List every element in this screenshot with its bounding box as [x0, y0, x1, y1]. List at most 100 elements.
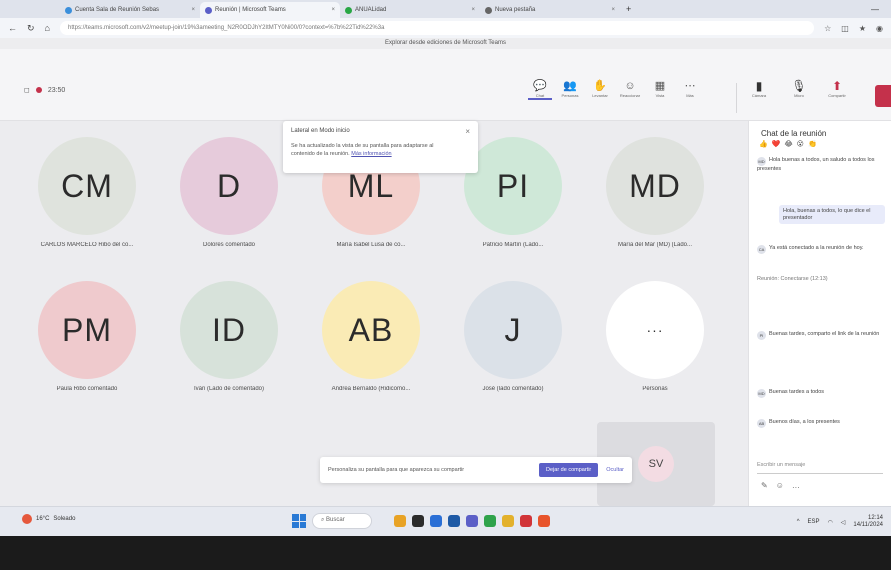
tab-label: Reunión | Microsoft Teams: [215, 7, 286, 13]
participant-name: CARLOS MARCELO Ribo del co...: [40, 242, 134, 248]
people-button[interactable]: 👥 Personas: [558, 79, 582, 100]
taskbar-search[interactable]: ⌕ Buscar: [312, 513, 372, 529]
chat-message: AB Buenos días, a los presentes: [757, 419, 885, 428]
volume-icon[interactable]: ◁: [841, 519, 846, 526]
thumbs-up-icon[interactable]: 👍: [759, 140, 768, 148]
taskbar-app-icon[interactable]: [430, 515, 442, 527]
close-tab-icon[interactable]: ×: [471, 7, 475, 13]
close-tab-icon[interactable]: ×: [611, 7, 615, 13]
tab-favicon-icon: [205, 6, 212, 14]
more-button[interactable]: ⋯ Más: [678, 79, 702, 100]
camera-button[interactable]: ▮ Cámara: [744, 79, 774, 98]
message-avatar: MD: [757, 157, 766, 166]
participant-tile[interactable]: MD María del Mar (MD) (Lado...: [595, 137, 715, 248]
taskbar-app-icon[interactable]: [412, 515, 424, 527]
taskbar-app-icon[interactable]: [394, 515, 406, 527]
notice-text: Se ha actualizado la vista de su pantall…: [291, 143, 434, 149]
meeting-tools: 💬 Chat 👥 Personas ✋ Levantar ☺ Reacciona…: [528, 79, 702, 100]
browser-tab-active[interactable]: Reunión | Microsoft Teams ×: [200, 2, 340, 18]
chat-message: MD Hola buenas a todos, un saludo a todos…: [757, 157, 885, 173]
new-tab-icon[interactable]: +: [626, 4, 631, 14]
chat-input[interactable]: Escribir un mensaje: [757, 458, 883, 474]
favorite-star-icon[interactable]: ☆: [824, 24, 831, 33]
chevron-up-icon[interactable]: ^: [797, 519, 800, 525]
react-button[interactable]: ☺ Reaccionar: [618, 79, 642, 100]
reload-icon[interactable]: ↻: [27, 23, 35, 34]
participant-tile[interactable]: ID Iván (Lado de comentado): [169, 281, 289, 392]
message-avatar: AB: [757, 419, 766, 428]
favorites-icon[interactable]: ★: [859, 24, 866, 33]
participant-avatar: D: [180, 137, 278, 235]
participant-tile[interactable]: D Dolores comentado: [169, 137, 289, 248]
weather-sun-icon: [22, 514, 32, 524]
chat-event: Reunión: Conectarse (12:13): [757, 276, 885, 283]
participant-name: José (lado comentado): [482, 386, 544, 392]
close-tab-icon[interactable]: ×: [331, 7, 335, 13]
notice-link[interactable]: Más información: [351, 151, 391, 157]
participant-tile[interactable]: J José (lado comentado): [453, 281, 573, 392]
laugh-icon[interactable]: 😂: [784, 140, 792, 148]
share-button[interactable]: ⬆ Compartir: [822, 79, 852, 98]
emoji-icon[interactable]: ☺: [776, 481, 784, 490]
profile-icon[interactable]: ◉: [876, 24, 883, 33]
minimize-icon[interactable]: —: [871, 5, 879, 14]
taskbar-app-icon[interactable]: [538, 515, 550, 527]
share-icon: ⬆: [831, 79, 843, 93]
browser-tab[interactable]: Cuenta Sala de Reunión Sebas ×: [60, 2, 200, 18]
clock[interactable]: 12:14 14/11/2024: [853, 515, 883, 529]
participant-tile[interactable]: AB Andrea Bernaldo (Ridicomo...: [311, 281, 431, 392]
tool-label: Personas: [561, 93, 579, 98]
taskbar-app-icon[interactable]: [466, 515, 478, 527]
notice-text: contenido de la reunión.: [291, 151, 350, 157]
more-options-icon[interactable]: …: [792, 481, 800, 490]
temperature: 16°C: [36, 516, 50, 522]
participant-tile[interactable]: PM Paula Ribo comentado: [27, 281, 147, 392]
split-icon[interactable]: ◫: [841, 24, 849, 33]
message-text: Buenas tardes, comparto el link de la re…: [769, 331, 880, 337]
taskbar-app-icon[interactable]: [520, 515, 532, 527]
windows-start-icon[interactable]: [292, 514, 306, 528]
clap-icon[interactable]: 👏: [808, 140, 817, 148]
view-button[interactable]: ▦ Vista: [648, 79, 672, 100]
message-text: Hola buenas a todos, un saludo a todos l…: [757, 157, 875, 172]
chat-message: MD Buenas tardes a todos: [757, 389, 885, 398]
chat-compose-tools: ✎ ☺ …: [761, 481, 800, 490]
participant-avatar: AB: [322, 281, 420, 379]
message-text: Ya está conectado a la reunión de hoy.: [769, 245, 864, 251]
url-field[interactable]: https://teams.microsoft.com/v2/meetup-jo…: [59, 21, 815, 35]
weather-text: Soleado: [53, 516, 76, 522]
taskbar-app-icon[interactable]: [502, 515, 514, 527]
browser-tab[interactable]: ANUALidad ×: [340, 2, 480, 18]
format-icon[interactable]: ✎: [761, 481, 768, 490]
wifi-icon[interactable]: ◠: [828, 519, 833, 526]
surprised-icon[interactable]: 😮: [797, 140, 804, 148]
weather-widget[interactable]: 16°C Soleado: [22, 514, 75, 524]
taskbar-app-icon[interactable]: [448, 515, 460, 527]
tool-label: Levantar: [592, 93, 608, 98]
stop-sharing-button[interactable]: Dejar de compartir: [539, 463, 599, 477]
browser-extensions: ☆ ◫ ★ ◉: [824, 24, 883, 33]
browser-info-bar: Explorar desde ediciones de Microsoft Te…: [0, 38, 891, 49]
taskbar-app-icon[interactable]: [484, 515, 496, 527]
close-icon[interactable]: ×: [465, 127, 470, 136]
browser-tab[interactable]: Nueva pestaña ×: [480, 2, 620, 18]
mic-button[interactable]: 🎙 Micro: [784, 79, 814, 98]
close-tab-icon[interactable]: ×: [191, 7, 195, 13]
participant-name: Andrea Bernaldo (Ridicomo...: [331, 386, 411, 392]
dismiss-button[interactable]: Ocultar: [606, 467, 624, 473]
back-icon[interactable]: ←: [8, 23, 17, 34]
more-participants-tile[interactable]: ··· Personas: [595, 281, 715, 392]
timer-text: 23:50: [47, 86, 66, 94]
screen: Cuenta Sala de Reunión Sebas × Reunión |…: [0, 0, 891, 570]
share-prompt-text: Personaliza su pantalla para que aparezc…: [328, 467, 465, 473]
leave-button[interactable]: [875, 85, 891, 107]
chat-button[interactable]: 💬 Chat: [528, 79, 552, 100]
raise-hand-button[interactable]: ✋ Levantar: [588, 79, 612, 100]
heart-icon[interactable]: ❤️: [772, 140, 781, 148]
meeting-toolbar: ◻ 23:50 💬 Chat 👥 Personas ✋ Levantar ☺ R…: [0, 49, 891, 121]
home-icon[interactable]: ⌂: [45, 23, 50, 34]
lang-indicator[interactable]: ESP: [808, 519, 820, 525]
toolbar-divider: [736, 83, 737, 113]
participant-tile[interactable]: CM CARLOS MARCELO Ribo del co...: [27, 137, 147, 248]
system-tray: ^ ESP ◠ ◁ 12:14 14/11/2024: [797, 515, 883, 529]
